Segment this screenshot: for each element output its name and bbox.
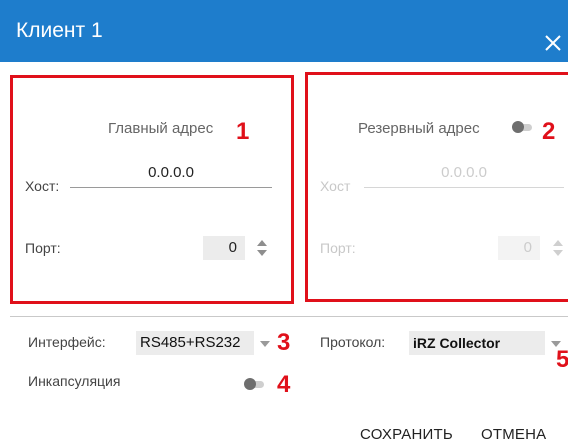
dialog-title: Клиент 1	[16, 19, 103, 42]
save-button[interactable]: СОХРАНИТЬ	[360, 426, 453, 443]
primary-host-input[interactable]: 0.0.0.0	[70, 162, 272, 188]
stepper-down-icon[interactable]	[257, 250, 267, 256]
primary-address-label: Главный адрес	[108, 120, 214, 137]
encapsulation-toggle[interactable]	[244, 378, 266, 390]
encapsulation-label: Инкапсуляция	[28, 373, 121, 389]
protocol-select[interactable]: iRZ Collector	[409, 331, 565, 355]
stepper-up-icon[interactable]	[553, 240, 563, 246]
chevron-down-icon	[260, 341, 270, 347]
reserve-address-marker: 2	[542, 118, 556, 145]
reserve-port-stepper[interactable]	[552, 237, 564, 259]
reserve-host-input[interactable]: 0.0.0.0	[364, 162, 564, 188]
primary-host-label: Хост:	[25, 178, 60, 194]
interface-select-value: RS485+RS232	[136, 331, 254, 355]
section-divider	[10, 316, 568, 317]
reserve-address-toggle[interactable]	[512, 121, 534, 133]
stepper-up-icon[interactable]	[257, 240, 267, 246]
primary-port-label: Порт:	[25, 240, 61, 256]
reserve-port-input[interactable]: 0	[498, 236, 540, 260]
primary-port-input[interactable]: 0	[203, 236, 245, 260]
protocol-select-value: iRZ Collector	[409, 331, 545, 355]
interface-select[interactable]: RS485+RS232	[136, 331, 272, 355]
reserve-host-label: Хост	[320, 178, 351, 194]
stepper-down-icon[interactable]	[553, 250, 563, 256]
cancel-button[interactable]: ОТМЕНА	[481, 426, 546, 443]
reserve-address-label: Резервный адрес	[358, 120, 480, 137]
reserve-port-label: Порт:	[320, 240, 356, 256]
primary-address-marker: 1	[236, 118, 250, 145]
primary-port-stepper[interactable]	[256, 237, 268, 259]
interface-label: Интерфейс:	[28, 334, 106, 350]
interface-marker: 3	[277, 329, 291, 356]
protocol-marker: 5	[556, 346, 568, 373]
close-icon[interactable]	[540, 30, 566, 56]
encapsulation-marker: 4	[277, 371, 291, 398]
dialog-titlebar: Клиент 1	[0, 0, 568, 62]
protocol-label: Протокол:	[320, 334, 386, 350]
